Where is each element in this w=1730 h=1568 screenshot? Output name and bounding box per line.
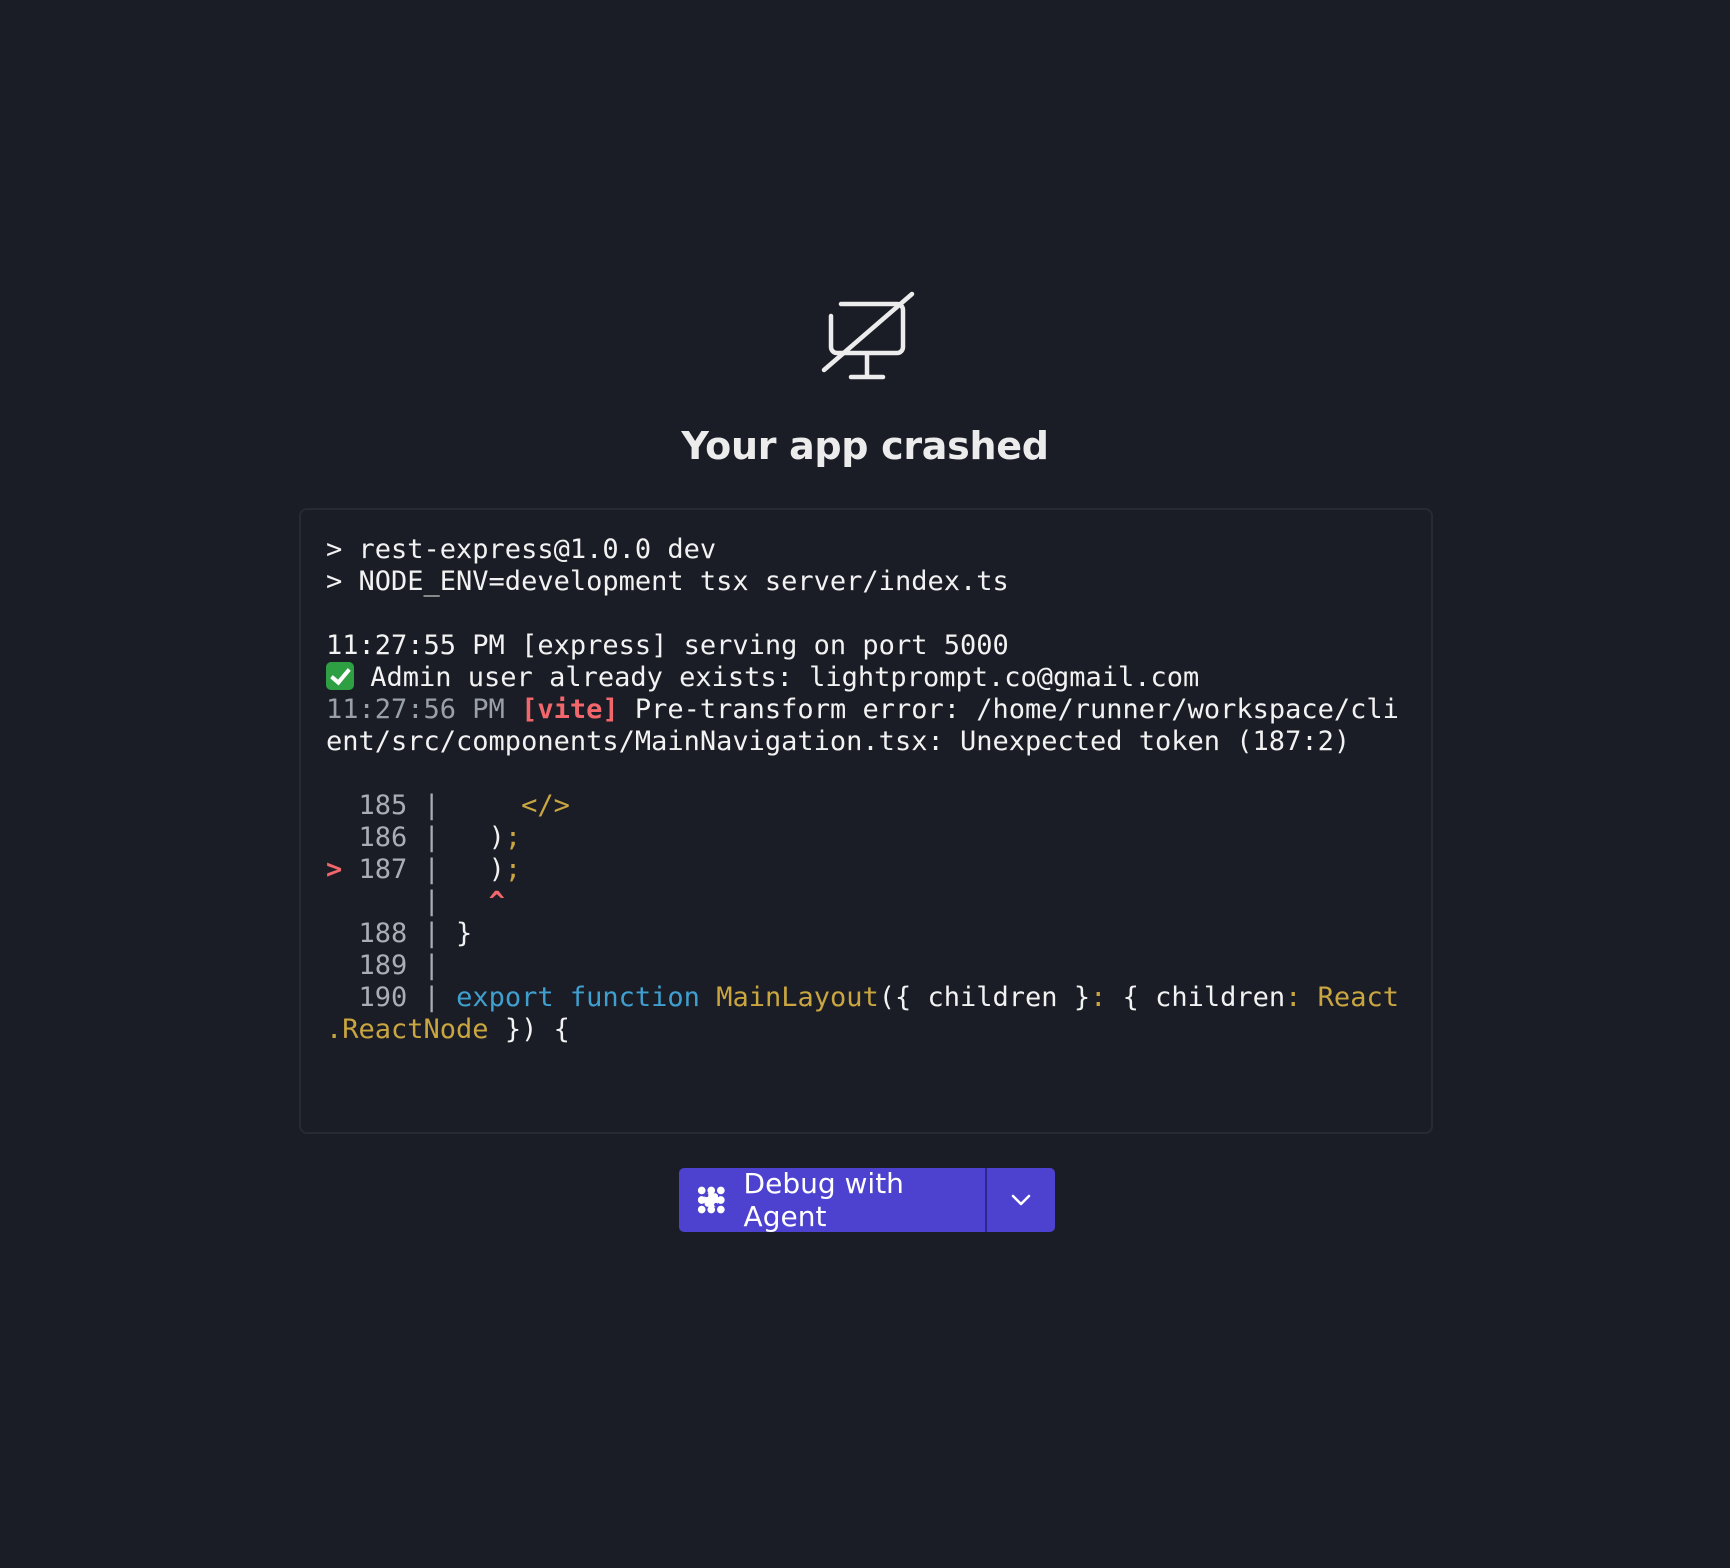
debug-options-dropdown-button[interactable] (987, 1168, 1055, 1232)
code-colon: : (1285, 982, 1302, 1013)
log-error-message: Pre-transform error: /home/runner/worksp… (618, 694, 1399, 725)
monitor-off-icon (821, 291, 915, 380)
line-number: 190 | (326, 982, 440, 1013)
error-line-marker: > (326, 854, 343, 885)
line-number: 186 | (326, 822, 440, 853)
log-error-message-cont: ent/src/components/MainNavigation.tsx: U… (326, 726, 1351, 757)
error-log: > rest-express@1.0.0 dev > NODE_ENV=deve… (326, 534, 1399, 1046)
log-timestamp: 11:27:56 PM (326, 694, 505, 725)
log-admin-line: Admin user already exists: lightprompt.c… (354, 662, 1200, 693)
gutter-bar: | (326, 886, 440, 917)
debug-with-agent-button[interactable]: Debug with Agent (679, 1168, 985, 1232)
line-number: 185 | (326, 790, 440, 821)
log-vite-tag: [vite] (521, 694, 619, 725)
code-type: .ReactNode (326, 1014, 489, 1045)
log-express-line: 11:27:55 PM [express] serving on port 50… (326, 630, 1009, 661)
code-fragment: { children (1106, 982, 1286, 1013)
debug-button-group: Debug with Agent (679, 1168, 1055, 1232)
code-fragment: </> (521, 790, 570, 821)
check-icon (326, 662, 354, 690)
code-paren: ) (488, 854, 505, 885)
error-log-panel[interactable]: > rest-express@1.0.0 dev > NODE_ENV=deve… (299, 508, 1433, 1134)
code-function-name: MainLayout (716, 982, 879, 1013)
log-command-line: > NODE_ENV=development tsx server/index.… (326, 566, 1009, 597)
code-colon: : (1090, 982, 1107, 1013)
code-keyword: export (456, 982, 554, 1013)
code-fragment: ({ children } (878, 982, 1091, 1013)
line-number: 189 | (326, 950, 440, 981)
debug-with-agent-label: Debug with Agent (743, 1168, 904, 1232)
code-semicolon: ; (504, 854, 522, 885)
log-command-line: > rest-express@1.0.0 dev (326, 534, 717, 565)
code-fragment: }) { (488, 1014, 570, 1045)
code-type: React (1301, 982, 1399, 1013)
code-fragment: } (439, 918, 473, 949)
error-caret: ^ (488, 886, 505, 917)
agent-icon (697, 1186, 725, 1214)
line-number: 187 | (342, 854, 440, 885)
line-number: 188 | (326, 918, 440, 949)
crash-title: Your app crashed (681, 424, 1049, 468)
code-keyword: function (569, 982, 700, 1013)
chevron-down-icon (1011, 1194, 1031, 1206)
code-paren: ) (488, 822, 505, 853)
code-semicolon: ; (504, 822, 522, 853)
